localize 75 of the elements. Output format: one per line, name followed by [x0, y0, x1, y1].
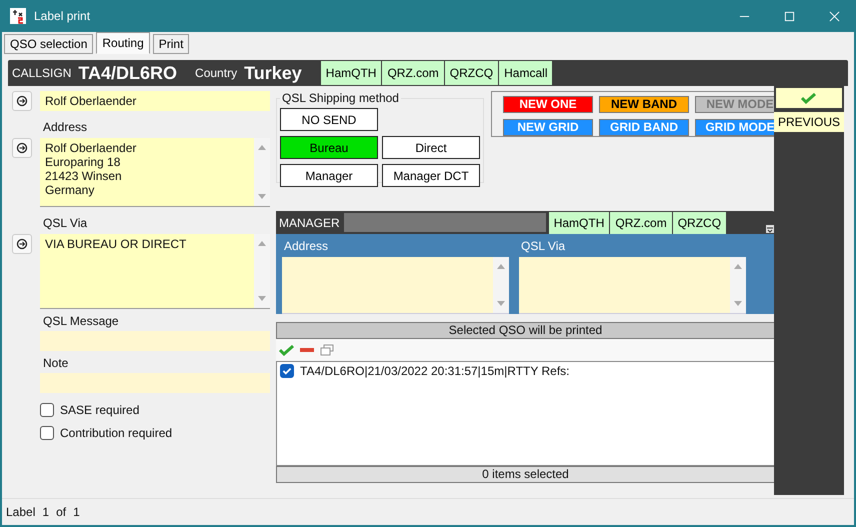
lookup-button[interactable]: HamQTH: [320, 61, 382, 85]
country-label: Country: [195, 66, 238, 80]
close-icon[interactable]: [829, 10, 840, 22]
lookup-button[interactable]: Hamcall: [498, 61, 552, 85]
sync-button[interactable]: [12, 234, 32, 254]
manager-qsl-via-field[interactable]: [519, 257, 746, 314]
qso-entry[interactable]: TA4/DL6RO|21/03/2022 20:31:57|15m|RTTY Refs:: [300, 364, 570, 378]
maximize-icon[interactable]: [784, 10, 795, 22]
sync-button[interactable]: [12, 138, 32, 158]
callsign-value: TA4/DL6RO: [78, 62, 178, 84]
lookup-button[interactable]: HamQTH: [548, 212, 610, 234]
scroll-up-icon[interactable]: [734, 263, 742, 269]
shipping-button[interactable]: Manager DCT: [382, 164, 480, 187]
status-total: 1: [73, 505, 80, 519]
checkbox-label: Contribution required: [60, 426, 172, 440]
list-footer: 0 items selected: [276, 466, 775, 483]
arrow-circle-icon: [16, 142, 28, 154]
list-header: Selected QSO will be printed: [276, 322, 775, 339]
lookup-button[interactable]: QRZ.com: [609, 212, 672, 234]
country-value: Turkey: [244, 62, 302, 84]
scroll-up-icon[interactable]: [258, 240, 266, 246]
shipping-button[interactable]: Direct: [382, 136, 480, 159]
window-title: Label print: [34, 9, 90, 23]
status-badge: NEW ONE: [503, 96, 593, 113]
windows-icon[interactable]: [319, 344, 335, 356]
checkbox[interactable]: [40, 403, 54, 417]
lookup-button[interactable]: QRZ.com: [381, 61, 444, 85]
tab[interactable]: Print: [152, 34, 190, 54]
scroll-down-icon[interactable]: [497, 301, 505, 307]
manager-qsl-via-label: QSL Via: [521, 239, 566, 253]
scroll-up-icon[interactable]: [258, 144, 266, 150]
arrow-circle-icon: [16, 95, 28, 107]
address-label: Address: [43, 120, 88, 134]
name-field[interactable]: Rolf Oberlaender: [40, 91, 270, 111]
previous-button[interactable]: PREVIOUS: [774, 112, 844, 132]
manager-field[interactable]: [344, 213, 546, 232]
manager-address-field[interactable]: [282, 257, 509, 314]
check-icon: [801, 92, 817, 104]
shipping-button[interactable]: Bureau: [280, 136, 378, 159]
status-badge: NEW BAND: [599, 96, 689, 113]
address-field[interactable]: Rolf Oberlaender Europaring 18 21423 Winsen Germany: [40, 138, 270, 207]
manager-address-label: Address: [284, 239, 330, 253]
note-label: Note: [43, 356, 70, 370]
app-icon: [10, 8, 26, 24]
callsign-label: CALLSIGN: [12, 66, 72, 80]
status-of: of: [56, 505, 66, 519]
status-label: Label: [6, 505, 36, 519]
shipping-button[interactable]: Manager: [280, 164, 378, 187]
qsl-message-label: QSL Message: [43, 314, 120, 328]
checkbox-label: SASE required: [60, 403, 140, 417]
lookup-button[interactable]: QRZCQ: [444, 61, 498, 85]
scroll-down-icon[interactable]: [734, 301, 742, 307]
qsl-message-field[interactable]: [40, 331, 270, 351]
check-icon[interactable]: [279, 344, 295, 356]
checkbox[interactable]: [40, 426, 54, 440]
manager-label: MANAGER: [279, 216, 340, 230]
note-field[interactable]: [40, 373, 270, 393]
tab[interactable]: QSO selection: [4, 34, 94, 54]
scroll-down-icon[interactable]: [258, 296, 266, 302]
lookup-button[interactable]: QRZCQ: [672, 212, 726, 234]
status-badge: NEW GRID: [503, 118, 593, 136]
scroll-down-icon[interactable]: [258, 194, 266, 200]
arrow-circle-icon: [16, 238, 28, 250]
status-badge: GRID BAND: [599, 118, 689, 136]
qsl-via-label: QSL Via: [43, 216, 88, 230]
confirm-button[interactable]: [776, 88, 842, 108]
scroll-up-icon[interactable]: [497, 263, 505, 269]
dropdown-icon[interactable]: [766, 224, 774, 232]
shipping-title: QSL Shipping method: [281, 91, 400, 105]
status-current: 1: [42, 505, 50, 519]
shipping-button[interactable]: NO SEND: [280, 108, 378, 131]
qsl-via-field[interactable]: VIA BUREAU OR DIRECT: [40, 234, 270, 309]
checkbox[interactable]: [280, 364, 294, 378]
tab[interactable]: Routing: [96, 32, 150, 54]
sync-button[interactable]: [12, 91, 32, 111]
